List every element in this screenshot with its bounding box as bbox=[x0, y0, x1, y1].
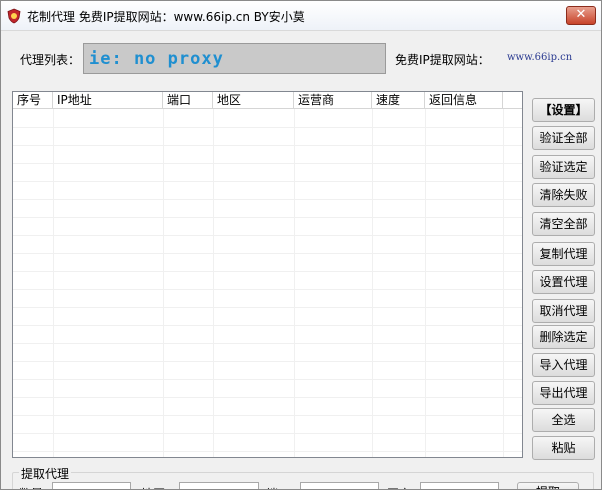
fetch-region-input[interactable] bbox=[179, 482, 259, 489]
current-proxy-display: ie: no proxy bbox=[83, 43, 386, 74]
free-ip-site-label: 免费IP提取网站： bbox=[395, 53, 490, 67]
import-proxy-button[interactable]: 导入代理 bbox=[532, 353, 595, 377]
list-grid-row-line bbox=[13, 343, 522, 344]
list-grid-row-line bbox=[13, 433, 522, 434]
delete-selected-button[interactable]: 删除选定 bbox=[532, 325, 595, 349]
select-all-button[interactable]: 全选 bbox=[532, 408, 595, 432]
list-grid-column-line bbox=[213, 109, 214, 457]
main-window: 花制代理 免费IP提取网站：www.66ip.cn BY安小莫 ✕ 代理列表： … bbox=[0, 0, 602, 490]
list-header: 序号 IP地址 端口 地区 运营商 速度 返回信息 bbox=[13, 92, 522, 109]
list-grid-column-line bbox=[294, 109, 295, 457]
clear-failed-button[interactable]: 清除失败 bbox=[532, 183, 595, 207]
column-header-isp[interactable]: 运营商 bbox=[294, 92, 372, 109]
proxy-list-label: 代理列表： bbox=[20, 53, 81, 67]
app-logo-icon bbox=[7, 8, 21, 24]
list-grid-column-line bbox=[503, 109, 504, 457]
settings-button[interactable]: 【设置】 bbox=[532, 98, 595, 122]
fetch-country-input[interactable] bbox=[420, 482, 499, 489]
list-grid-row-line bbox=[13, 397, 522, 398]
list-grid-row-line bbox=[13, 307, 522, 308]
list-grid-row-line bbox=[13, 415, 522, 416]
fetch-country-label: 国家 bbox=[387, 485, 411, 489]
list-grid-column-line bbox=[163, 109, 164, 457]
fetch-proxy-group-title: 提取代理 bbox=[19, 465, 72, 482]
list-grid-row-line bbox=[13, 451, 522, 452]
fetch-region-label: 地区 bbox=[141, 485, 165, 489]
title-bar[interactable]: 花制代理 免费IP提取网站：www.66ip.cn BY安小莫 ✕ bbox=[1, 1, 601, 31]
fetch-port-label: 端口 bbox=[266, 485, 290, 489]
close-button[interactable]: ✕ bbox=[566, 6, 596, 25]
cancel-proxy-button[interactable]: 取消代理 bbox=[532, 299, 595, 323]
list-grid-column-line bbox=[53, 109, 54, 457]
verify-selected-button[interactable]: 验证选定 bbox=[532, 155, 595, 179]
list-grid-column-line bbox=[425, 109, 426, 457]
fetch-count-input[interactable] bbox=[52, 482, 131, 489]
clear-all-button[interactable]: 清空全部 bbox=[532, 212, 595, 236]
list-grid-row-line bbox=[13, 181, 522, 182]
list-grid-column-line bbox=[372, 109, 373, 457]
list-grid-row-line bbox=[13, 163, 522, 164]
copy-proxy-button[interactable]: 复制代理 bbox=[532, 242, 595, 266]
export-proxy-button[interactable]: 导出代理 bbox=[532, 381, 595, 405]
list-grid-row-line bbox=[13, 379, 522, 380]
list-grid-row-line bbox=[13, 199, 522, 200]
list-grid-row-line bbox=[13, 145, 522, 146]
column-header-index[interactable]: 序号 bbox=[13, 92, 53, 109]
list-grid-row-line bbox=[13, 361, 522, 362]
proxy-list-view[interactable]: 序号 IP地址 端口 地区 运营商 速度 返回信息 bbox=[12, 91, 523, 458]
list-grid-row-line bbox=[13, 217, 522, 218]
column-header-speed[interactable]: 速度 bbox=[372, 92, 425, 109]
list-grid-row-line bbox=[13, 127, 522, 128]
column-header-port[interactable]: 端口 bbox=[163, 92, 213, 109]
fetch-count-label: 数量 bbox=[19, 485, 43, 489]
window-title: 花制代理 免费IP提取网站：www.66ip.cn BY安小莫 bbox=[27, 10, 305, 24]
free-ip-site-link[interactable]: www.66ip.cn bbox=[507, 52, 572, 63]
fetch-port-input[interactable] bbox=[300, 482, 379, 489]
column-header-region[interactable]: 地区 bbox=[213, 92, 294, 109]
verify-all-button[interactable]: 验证全部 bbox=[532, 126, 595, 150]
list-grid-row-line bbox=[13, 325, 522, 326]
paste-button[interactable]: 粘贴 bbox=[532, 436, 595, 460]
list-grid-row-line bbox=[13, 271, 522, 272]
list-grid-row-line bbox=[13, 289, 522, 290]
column-header-ip[interactable]: IP地址 bbox=[53, 92, 163, 109]
list-grid-row-line bbox=[13, 253, 522, 254]
column-header-response[interactable]: 返回信息 bbox=[425, 92, 503, 109]
list-grid-row-line bbox=[13, 235, 522, 236]
set-proxy-button[interactable]: 设置代理 bbox=[532, 270, 595, 294]
fetch-button[interactable]: 提取 bbox=[517, 482, 579, 489]
